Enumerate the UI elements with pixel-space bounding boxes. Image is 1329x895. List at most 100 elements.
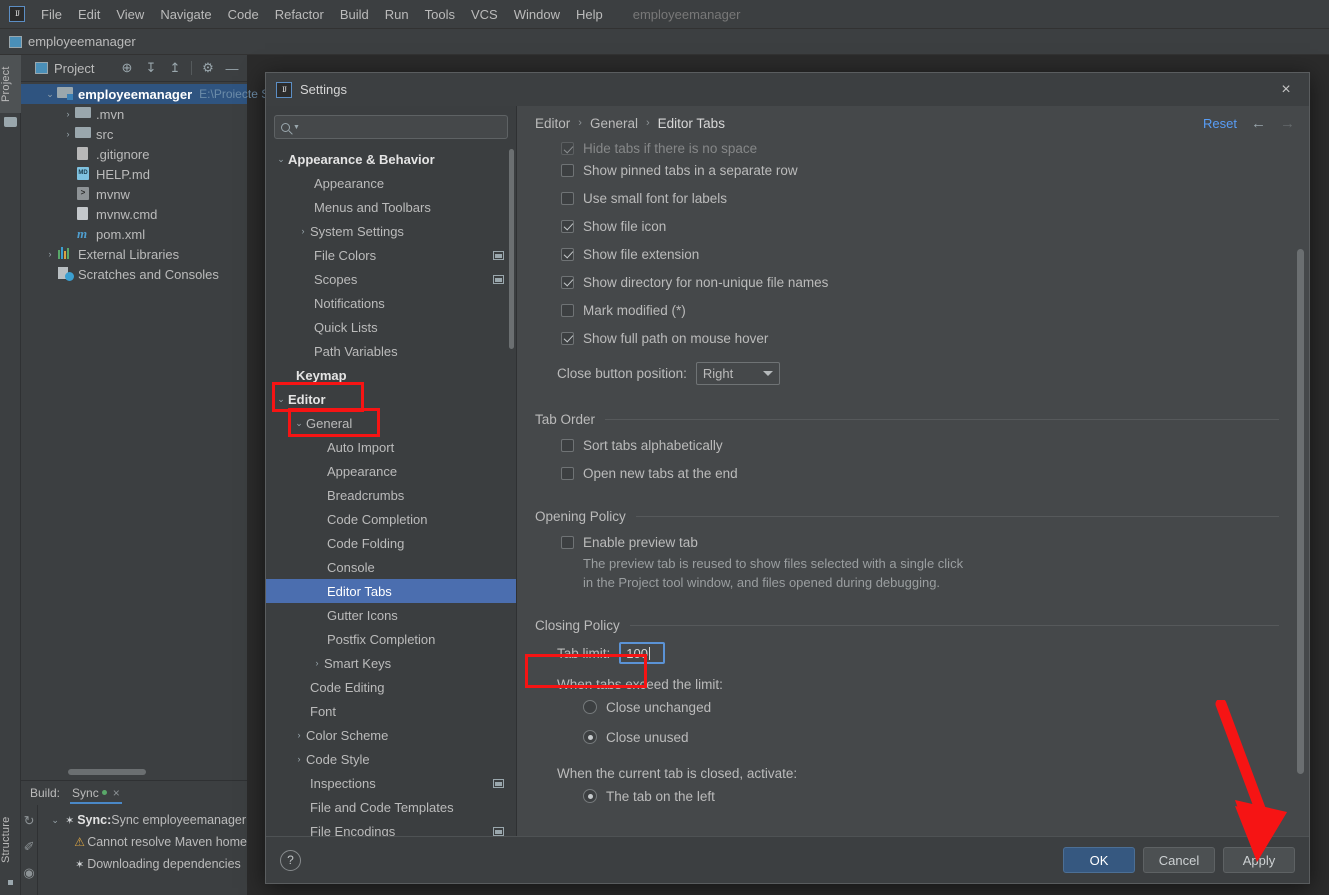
chevron-down-icon[interactable]: ⌄ [48, 815, 62, 826]
tab-limit-input[interactable]: 100 [619, 642, 666, 664]
settings-search-box[interactable]: ▼ [274, 115, 508, 139]
reset-link[interactable]: Reset [1203, 116, 1237, 131]
nav-item-code-completion[interactable]: Code Completion [266, 507, 516, 531]
checkbox-icon[interactable] [561, 331, 574, 345]
hide-icon[interactable]: — [221, 58, 243, 78]
nav-item-quick-lists[interactable]: Quick Lists [266, 315, 516, 339]
nav-item-appearance-behavior[interactable]: ⌄ Appearance & Behavior [266, 147, 516, 171]
checkbox-row-show-pinned-tabs[interactable]: Show pinned tabs in a separate row [561, 156, 1279, 184]
nav-item-scopes[interactable]: Scopes [266, 267, 516, 291]
nav-item-file-encodings[interactable]: File Encodings [266, 819, 516, 836]
checkbox-icon[interactable] [561, 438, 574, 452]
ok-button[interactable]: OK [1063, 847, 1135, 873]
checkbox-row-open-new-tabs-at-end[interactable]: Open new tabs at the end [561, 459, 1279, 487]
nav-item-breadcrumbs[interactable]: Breadcrumbs [266, 483, 516, 507]
chevron-down-icon[interactable]: ⌄ [274, 394, 288, 405]
close-icon[interactable]: × [113, 786, 120, 800]
tree-item-help-md[interactable]: MD HELP.md [21, 164, 247, 184]
chevron-right-icon[interactable]: › [43, 249, 57, 259]
nav-item-font[interactable]: Font [266, 699, 516, 723]
build-row-downloading[interactable]: ✶ Downloading dependencies [38, 853, 247, 875]
menu-tools[interactable]: Tools [417, 3, 463, 26]
eye-icon[interactable]: ◉ [23, 865, 34, 881]
checkbox-row-show-full-path-hover[interactable]: Show full path on mouse hover [561, 324, 1279, 352]
tree-item-gitignore[interactable]: .gitignore [21, 144, 247, 164]
menu-file[interactable]: File [33, 3, 70, 26]
nav-item-menus-and-toolbars[interactable]: Menus and Toolbars [266, 195, 516, 219]
menu-build[interactable]: Build [332, 3, 377, 26]
chevron-right-icon[interactable]: › [292, 754, 306, 764]
build-tab-sync[interactable]: Sync × [70, 783, 122, 804]
breadcrumb-editor[interactable]: Editor [535, 116, 570, 131]
nav-item-code-folding[interactable]: Code Folding [266, 531, 516, 555]
tree-item-scratches-and-consoles[interactable]: Scratches and Consoles [21, 264, 247, 284]
tool-tab-project[interactable]: Project [0, 55, 21, 113]
checkbox-row-enable-preview-tab[interactable]: Enable preview tab [561, 528, 1279, 556]
chevron-right-icon[interactable]: › [61, 129, 75, 139]
chevron-right-icon[interactable]: › [310, 658, 324, 668]
menu-window[interactable]: Window [506, 3, 568, 26]
build-row-maven-warning[interactable]: ⚠ Cannot resolve Maven home [38, 831, 247, 853]
checkbox-icon[interactable] [561, 219, 574, 233]
tool-tab-structure[interactable]: Structure [0, 807, 21, 873]
chevron-down-icon[interactable]: ⌄ [274, 154, 288, 165]
tree-item-mvnw[interactable]: > mvnw [21, 184, 247, 204]
tree-item-mvn[interactable]: › .mvn [21, 104, 247, 124]
checkbox-row-sort-tabs-alphabetically[interactable]: Sort tabs alphabetically [561, 431, 1279, 459]
radio-row-close-unused[interactable]: Close unused [583, 722, 1279, 752]
nav-item-auto-import[interactable]: Auto Import [266, 435, 516, 459]
checkbox-icon[interactable] [561, 163, 574, 177]
radio-row-close-unchanged[interactable]: Close unchanged [583, 692, 1279, 722]
radio-row-tab-on-the-left[interactable]: The tab on the left [583, 781, 1279, 811]
nav-item-code-editing[interactable]: Code Editing [266, 675, 516, 699]
checkbox-row-mark-modified[interactable]: Mark modified (*) [561, 296, 1279, 324]
menu-view[interactable]: View [108, 3, 152, 26]
nav-item-file-and-code-templates[interactable]: File and Code Templates [266, 795, 516, 819]
menu-run[interactable]: Run [377, 3, 417, 26]
chevron-down-icon[interactable]: ⌄ [292, 418, 306, 429]
nav-item-color-scheme[interactable]: › Color Scheme [266, 723, 516, 747]
settings-content-scrollbar[interactable] [1297, 249, 1304, 774]
breadcrumb-general[interactable]: General [590, 116, 638, 131]
checkbox-row-use-small-font[interactable]: Use small font for labels [561, 184, 1279, 212]
menu-vcs[interactable]: VCS [463, 3, 506, 26]
checkbox-icon[interactable] [561, 275, 574, 289]
nav-item-console[interactable]: Console [266, 555, 516, 579]
nav-item-general[interactable]: ⌄ General [266, 411, 516, 435]
checkbox-row-show-directory-non-unique[interactable]: Show directory for non-unique file names [561, 268, 1279, 296]
close-icon[interactable]: × [1273, 77, 1299, 103]
folder-icon[interactable] [4, 117, 17, 127]
radio-icon[interactable] [583, 730, 597, 744]
rerun-icon[interactable]: ↻ [24, 813, 35, 829]
checkbox-row-hide-tabs-if-no-space[interactable]: Hide tabs if there is no space [561, 140, 1279, 156]
nav-item-system-settings[interactable]: › System Settings [266, 219, 516, 243]
menu-refactor[interactable]: Refactor [267, 3, 332, 26]
close-button-position-dropdown[interactable]: Right [695, 361, 780, 385]
nav-item-notifications[interactable]: Notifications [266, 291, 516, 315]
nav-item-inspections[interactable]: Inspections [266, 771, 516, 795]
nav-item-editor-tabs[interactable]: Editor Tabs [266, 579, 516, 603]
radio-icon[interactable] [583, 789, 597, 803]
back-arrow-icon[interactable]: ← [1251, 115, 1266, 132]
settings-nav-scrollbar[interactable] [509, 149, 514, 349]
help-icon[interactable]: ? [280, 849, 301, 871]
checkbox-icon[interactable] [561, 466, 574, 480]
nav-item-file-colors[interactable]: File Colors [266, 243, 516, 267]
menu-code[interactable]: Code [220, 3, 267, 26]
checkbox-row-show-file-extension[interactable]: Show file extension [561, 240, 1279, 268]
tree-item-employeemanager[interactable]: ⌄ employeemanager E:\Proiecte SS [21, 84, 277, 104]
checkbox-icon[interactable] [561, 535, 574, 549]
nav-item-smart-keys[interactable]: › Smart Keys [266, 651, 516, 675]
chevron-right-icon[interactable]: › [296, 226, 310, 236]
pin-icon[interactable]: ✐ [24, 839, 35, 855]
checkbox-icon[interactable] [561, 191, 574, 205]
checkbox-icon[interactable] [561, 303, 574, 317]
nav-item-appearance[interactable]: Appearance [266, 171, 516, 195]
chevron-down-icon[interactable]: ⌄ [43, 89, 57, 100]
nav-item-keymap[interactable]: Keymap [266, 363, 516, 387]
menu-help[interactable]: Help [568, 3, 611, 26]
checkbox-icon[interactable] [561, 142, 574, 155]
menu-edit[interactable]: Edit [70, 3, 108, 26]
chevron-down-icon[interactable]: ▼ [293, 124, 300, 131]
tree-item-external-libraries[interactable]: › External Libraries [21, 244, 247, 264]
